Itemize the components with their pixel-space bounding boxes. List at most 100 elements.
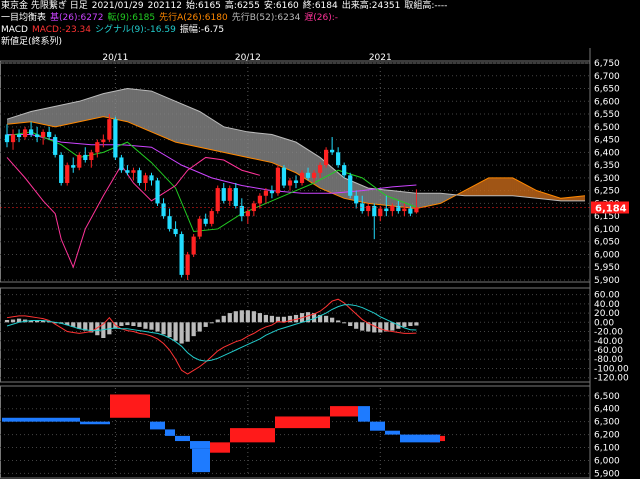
- candle-body: [336, 152, 341, 166]
- last-price-label: 6,184: [595, 203, 627, 214]
- candle-body: [161, 203, 166, 217]
- macd-osc-bar: [4, 320, 10, 323]
- ichimoku-cloud-segment: [529, 186, 532, 198]
- ichimoku-cloud-segment: [439, 193, 442, 204]
- newprice-bar: [330, 406, 358, 417]
- ichimoku-cloud-segment: [171, 99, 174, 142]
- candle-body: [245, 211, 250, 217]
- ichimoku-cloud-segment: [207, 116, 210, 150]
- ichimoku-cloud-segment: [255, 132, 258, 160]
- ichimoku-cloud-segment: [493, 177, 496, 196]
- candle-body: [59, 154, 64, 183]
- ichimoku-cloud-segment: [375, 188, 378, 205]
- newprice-tick-label: 6,400: [594, 405, 620, 415]
- ichimoku-cloud-segment: [231, 128, 234, 155]
- ichimoku-cloud-segment: [41, 108, 44, 125]
- price-tick-label: 5,900: [594, 276, 620, 286]
- ichimoku-cloud-segment: [95, 95, 98, 119]
- candle-body: [191, 236, 196, 255]
- macd-osc-bar: [155, 322, 160, 332]
- ichimoku-cloud-segment: [35, 110, 38, 123]
- ichimoku-cloud-segment: [189, 106, 192, 146]
- ichimoku-cloud-segment: [299, 144, 302, 176]
- newprice-bar: [370, 421, 385, 431]
- candle-body: [10, 134, 16, 143]
- ichimoku-cloud-segment: [293, 141, 296, 173]
- candle-body: [269, 190, 275, 194]
- ichimoku-cloud-segment: [33, 110, 36, 123]
- ichimoku-cloud-segment: [65, 103, 68, 125]
- price-tick-label: 6,100: [594, 225, 620, 235]
- ichimoku-cloud-segment: [335, 170, 338, 196]
- candle-body: [197, 218, 202, 237]
- ichimoku-cloud-segment: [491, 177, 494, 196]
- ichimoku-cloud-segment: [27, 112, 30, 123]
- ichimoku-cloud-segment: [181, 103, 184, 144]
- newprice-bar: [400, 434, 430, 443]
- ichimoku-cloud-segment: [121, 89, 124, 121]
- ichimoku-cloud-segment: [213, 119, 216, 151]
- ichimoku-cloud-segment: [137, 89, 140, 127]
- newprice-tick-label: 6,200: [594, 431, 620, 441]
- ichimoku-cloud-segment: [363, 185, 366, 203]
- newprice-bar: [110, 394, 150, 418]
- ichimoku-cloud-segment: [421, 193, 424, 208]
- ichimoku-cloud-segment: [495, 177, 498, 196]
- ichimoku-cloud-segment: [91, 96, 94, 120]
- price-tick-label: 6,750: [594, 59, 620, 69]
- ichimoku-cloud-segment: [263, 133, 266, 162]
- ichimoku-cloud-segment: [139, 89, 142, 128]
- ichimoku-cloud-segment: [279, 136, 282, 167]
- macd-osc-bar: [348, 322, 353, 326]
- ichimoku-cloud-segment: [77, 101, 80, 123]
- ichimoku-cloud-segment: [209, 117, 212, 150]
- newprice-bar: [165, 429, 175, 436]
- candle-body: [348, 175, 353, 196]
- ichimoku-cloud-segment: [19, 114, 22, 123]
- ichimoku-cloud-segment: [147, 90, 150, 131]
- panel-frame-2: [0, 287, 591, 383]
- ichimoku-cloud-segment: [407, 192, 410, 208]
- ichimoku-cloud-segment: [143, 90, 146, 130]
- ichimoku-cloud-segment: [437, 193, 440, 205]
- ichimoku-cloud-segment: [327, 163, 330, 192]
- ichimoku-cloud-segment: [527, 185, 530, 198]
- ichimoku-cloud-segment: [111, 91, 114, 119]
- ichimoku-cloud-segment: [311, 151, 314, 184]
- candle-body: [275, 167, 281, 194]
- ichimoku-cloud-segment: [169, 98, 172, 141]
- macd-osc-bar: [402, 322, 407, 327]
- candle-body: [28, 129, 34, 135]
- ichimoku-cloud-segment: [261, 133, 264, 161]
- ichimoku-cloud-segment: [295, 141, 298, 174]
- candle-body: [396, 205, 401, 212]
- date-label: 20/11: [102, 53, 128, 63]
- ichimoku-cloud-segment: [489, 177, 492, 196]
- ichimoku-cloud-segment: [53, 106, 56, 127]
- ichimoku-cloud-segment: [135, 89, 138, 126]
- price-tick-label: 6,250: [594, 187, 620, 197]
- macd-osc-bar: [239, 310, 244, 323]
- macd-osc-bar: [245, 310, 250, 323]
- ichimoku-cloud-segment: [217, 122, 220, 152]
- newprice-bar: [192, 448, 210, 473]
- candle-body: [384, 208, 389, 212]
- candle-body: [390, 205, 395, 212]
- ichimoku-cloud-segment: [149, 90, 152, 132]
- macd-osc-bar: [209, 322, 214, 324]
- candle-body: [143, 175, 148, 183]
- candle-body: [408, 208, 413, 214]
- macd-osc-bar: [323, 315, 329, 323]
- newprice-bar: [358, 406, 370, 422]
- ichimoku-cloud-segment: [195, 109, 198, 147]
- ichimoku-cloud-segment: [141, 89, 144, 129]
- ichimoku-cloud-segment: [73, 102, 76, 124]
- price-tick-label: 6,650: [594, 85, 620, 95]
- candle-body: [185, 254, 190, 275]
- ichimoku-cloud-segment: [409, 192, 412, 208]
- candle-body: [354, 195, 359, 204]
- ichimoku-cloud-segment: [271, 134, 274, 164]
- candle-body: [125, 170, 130, 173]
- ichimoku-cloud-segment: [291, 140, 294, 172]
- ichimoku-cloud-segment: [117, 90, 120, 120]
